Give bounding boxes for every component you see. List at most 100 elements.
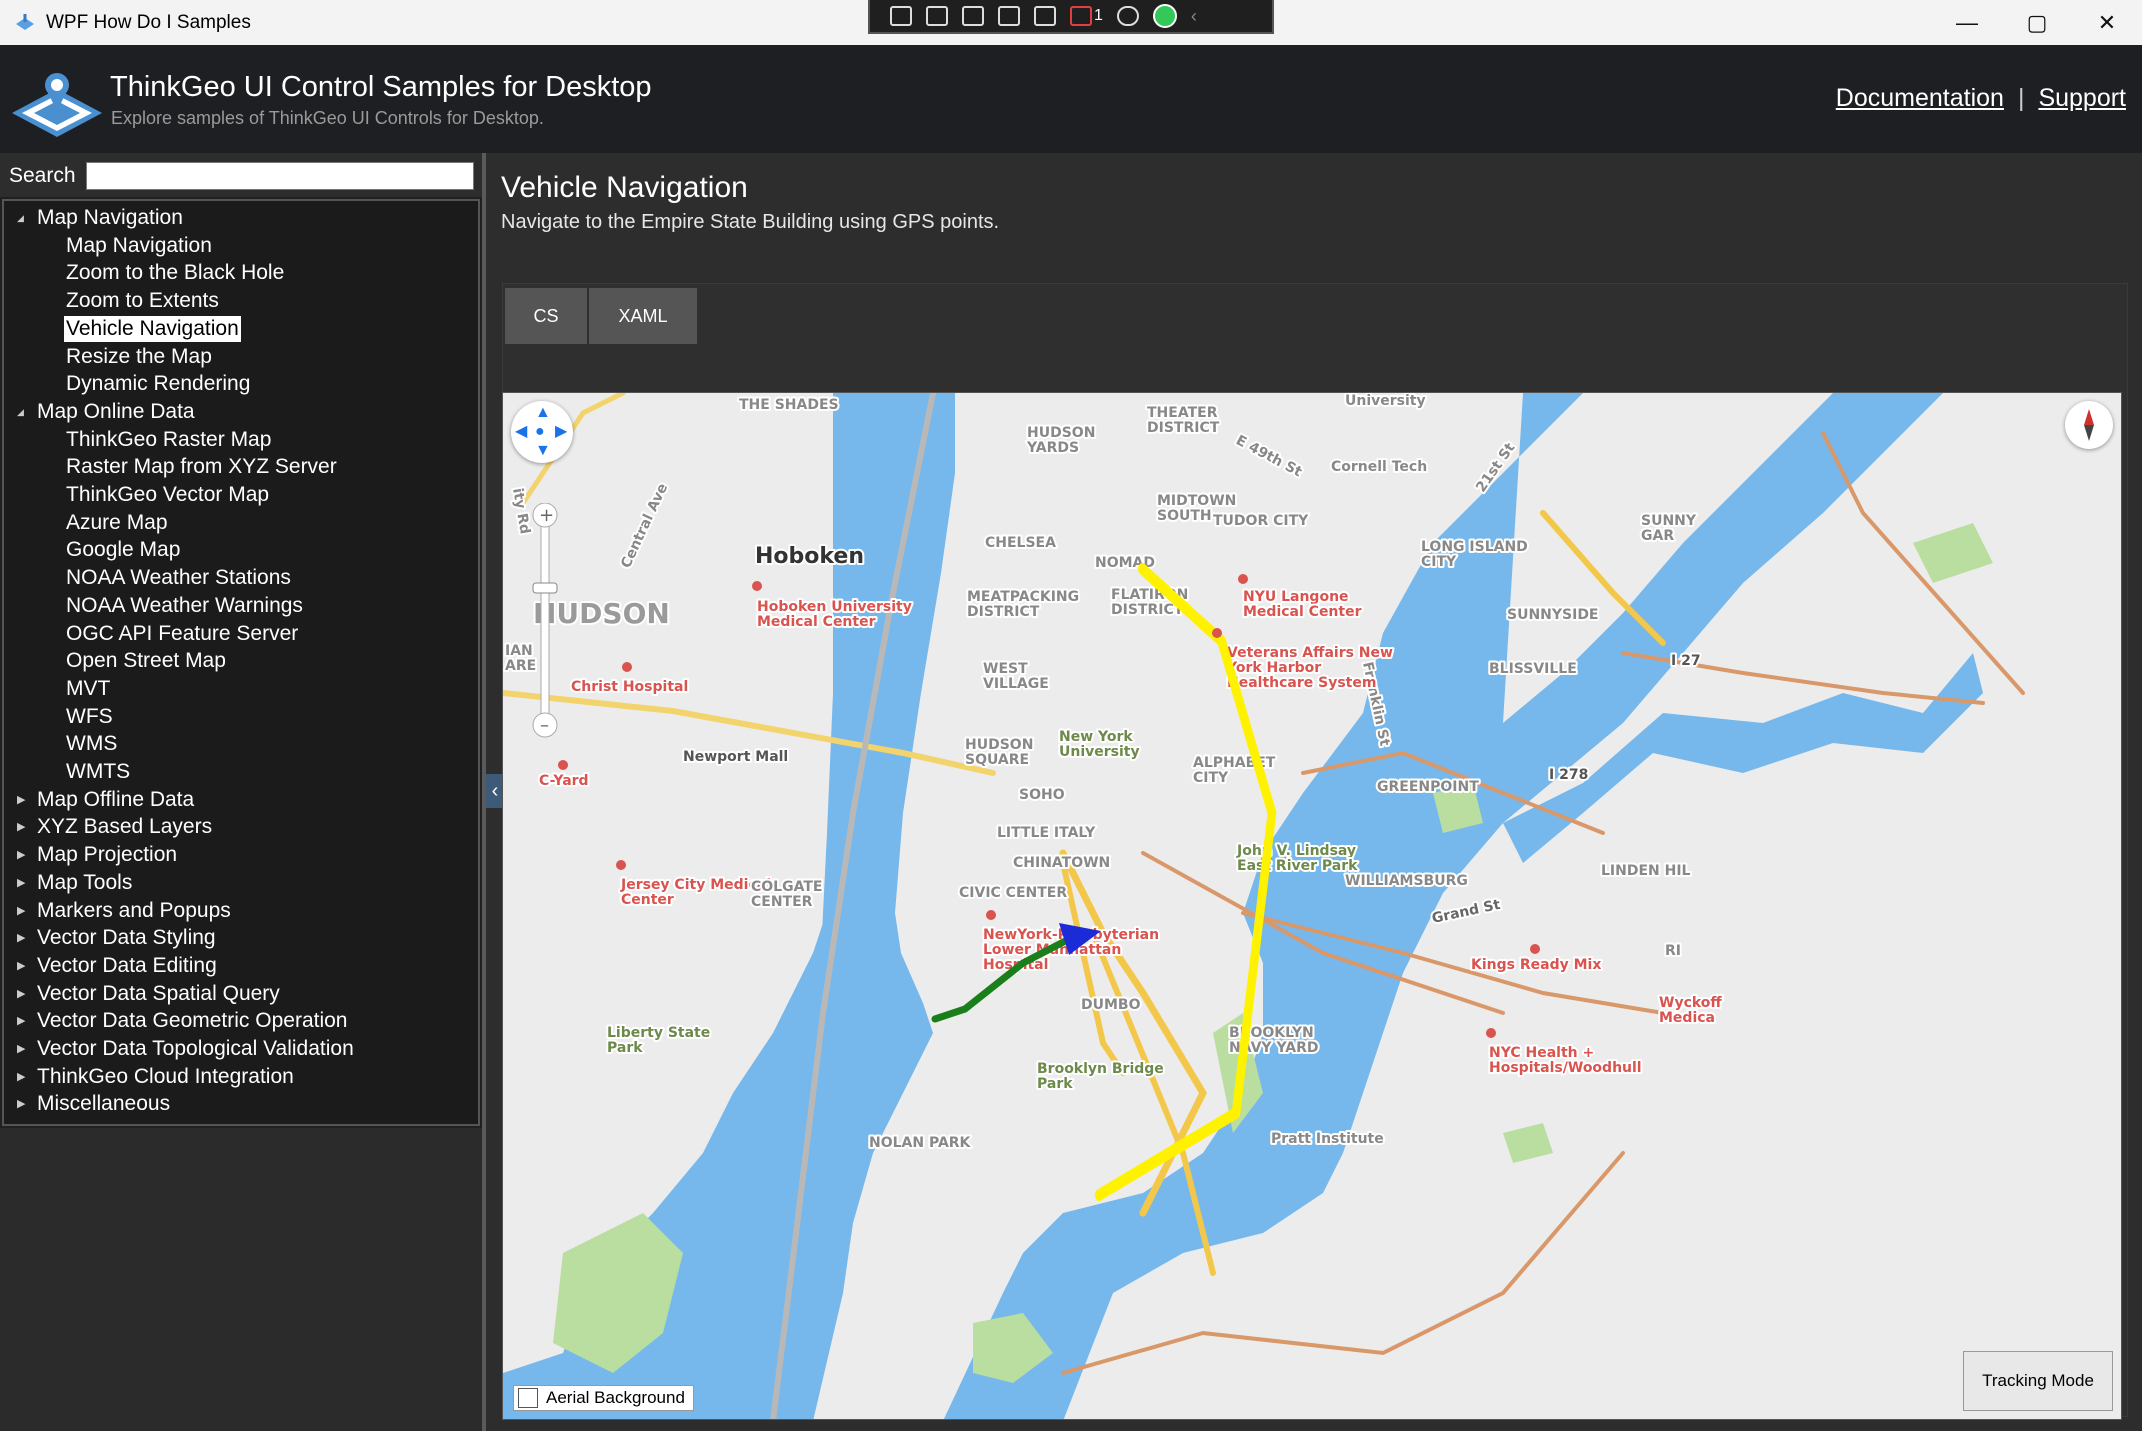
expand-arrow-icon[interactable]: ▶: [17, 1036, 25, 1062]
support-link[interactable]: Support: [2038, 84, 2126, 113]
hot-reload-ok-icon[interactable]: [1152, 4, 1177, 28]
page-title: Vehicle Navigation: [501, 171, 748, 204]
tree-item[interactable]: WMS: [66, 731, 117, 757]
tree-category[interactable]: ▶ Map Offline Data: [17, 787, 194, 813]
tree-category[interactable]: ▶ Markers and Popups: [17, 898, 231, 924]
tree-category[interactable]: ▶ Vector Data Styling: [17, 925, 216, 951]
map-view[interactable]: Hoboken HUDSON THE SHADES CHELSEA NOMAD …: [502, 392, 2122, 1420]
binding-failures-icon: [1070, 6, 1092, 26]
compass-icon[interactable]: [2065, 401, 2113, 449]
select-element-icon[interactable]: [962, 6, 984, 26]
tree-category[interactable]: ▶ Vector Data Spatial Query: [17, 981, 280, 1007]
tree-item[interactable]: NOAA Weather Warnings: [66, 593, 303, 619]
expand-arrow-icon[interactable]: ▶: [17, 1091, 25, 1117]
tree-label: NOAA Weather Warnings: [66, 593, 303, 617]
expand-arrow-icon[interactable]: ▶: [17, 898, 25, 924]
expand-arrow-icon[interactable]: ▶: [17, 953, 25, 979]
tree-item[interactable]: Vehicle Navigation: [64, 315, 241, 342]
pan-left-icon[interactable]: ◀: [515, 424, 527, 440]
tree-item[interactable]: WMTS: [66, 759, 130, 785]
documentation-link[interactable]: Documentation: [1836, 84, 2004, 113]
binding-failures-count: 1: [1094, 7, 1103, 24]
expand-arrow-icon[interactable]: ▶: [17, 842, 25, 868]
tree-label: Map Projection: [37, 843, 178, 867]
tree-category[interactable]: ▶ Map Tools: [17, 870, 132, 896]
binding-failures-indicator[interactable]: 1: [1070, 6, 1103, 26]
tree-category[interactable]: ▶ Vector Data Editing: [17, 953, 217, 979]
tree-category[interactable]: ▶ Miscellaneous: [17, 1091, 170, 1117]
tree-item[interactable]: ThinkGeo Raster Map: [66, 427, 271, 453]
tree-item[interactable]: Google Map: [66, 537, 180, 563]
collapse-arrow-icon[interactable]: ◢: [17, 399, 24, 425]
tree-item[interactable]: Open Street Map: [66, 648, 226, 674]
hospital-marker: [558, 760, 568, 770]
tree-category[interactable]: ▶ Vector Data Geometric Operation: [17, 1008, 348, 1034]
app-title: ThinkGeo UI Control Samples for Desktop: [110, 71, 652, 103]
tree-item[interactable]: Dynamic Rendering: [66, 371, 250, 397]
zoom-slider-thumb[interactable]: [532, 582, 558, 594]
expand-arrow-icon[interactable]: ▶: [17, 981, 25, 1007]
pan-center-icon[interactable]: ●: [535, 424, 545, 440]
collapse-toolbar-icon[interactable]: ‹: [1191, 6, 1197, 27]
tree-item[interactable]: Map Navigation: [66, 233, 212, 259]
map-canvas[interactable]: Hoboken HUDSON THE SHADES CHELSEA NOMAD …: [503, 393, 2122, 1420]
tree-item[interactable]: MVT: [66, 676, 110, 702]
aerial-background-label: Aerial Background: [546, 1388, 685, 1407]
pan-up-icon[interactable]: ▲: [535, 405, 551, 421]
pan-down-icon[interactable]: ▼: [535, 443, 551, 459]
track-focus-icon[interactable]: [1034, 6, 1056, 26]
tree-item[interactable]: Raster Map from XYZ Server: [66, 454, 337, 480]
map-label-christ-hospital: Christ Hospital: [571, 679, 688, 695]
expand-arrow-icon[interactable]: ▶: [17, 925, 25, 951]
live-visual-tree-icon[interactable]: [890, 6, 912, 26]
tree-item[interactable]: ThinkGeo Vector Map: [66, 482, 269, 508]
map-label-sunnyside: SUNNYSIDE: [1507, 607, 1599, 623]
maximize-button[interactable]: ▢: [2002, 0, 2072, 45]
expand-arrow-icon[interactable]: ▶: [17, 870, 25, 896]
tree-category[interactable]: ▶ XYZ Based Layers: [17, 814, 212, 840]
close-button[interactable]: ✕: [2072, 0, 2142, 45]
tree-item[interactable]: WFS: [66, 704, 113, 730]
map-label-the-shades: THE SHADES: [739, 397, 839, 413]
zoom-bar[interactable]: + –: [532, 503, 558, 739]
expand-arrow-icon[interactable]: ▶: [17, 814, 25, 840]
tree-label: Vehicle Navigation: [66, 316, 239, 340]
accessibility-icon[interactable]: [1116, 6, 1139, 26]
pan-right-icon[interactable]: ▶: [555, 424, 567, 440]
sample-tree[interactable]: ◢ Map Navigation Map Navigation Zoom to the…: [2, 199, 480, 1126]
map-label-c-yard: C-Yard: [539, 773, 589, 789]
collapse-arrow-icon[interactable]: ◢: [17, 205, 24, 231]
expand-arrow-icon[interactable]: ▶: [17, 787, 25, 813]
display-layout-adorners-icon[interactable]: [998, 6, 1020, 26]
tree-item[interactable]: Resize the Map: [66, 344, 212, 370]
expand-arrow-icon[interactable]: ▶: [17, 1008, 25, 1034]
record-icon[interactable]: [926, 6, 948, 26]
tree-item[interactable]: NOAA Weather Stations: [66, 565, 291, 591]
tree-category[interactable]: ▶ ThinkGeo Cloud Integration: [17, 1064, 294, 1090]
tab-xaml[interactable]: XAML: [589, 288, 697, 344]
pan-control[interactable]: ▲ ▼ ◀ ▶ ●: [511, 401, 573, 463]
tree-category[interactable]: ▶ Vector Data Topological Validation: [17, 1036, 354, 1062]
tab-cs[interactable]: CS: [505, 288, 587, 344]
tree-category[interactable]: ◢ Map Navigation: [17, 205, 183, 231]
tracking-mode-button[interactable]: Tracking Mode: [1963, 1351, 2113, 1411]
minimize-button[interactable]: —: [1932, 0, 2002, 45]
tree-category[interactable]: ▶ Map Projection: [17, 842, 178, 868]
tree-item[interactable]: Zoom to the Black Hole: [66, 260, 284, 286]
hospital-marker: [986, 910, 996, 920]
search-input[interactable]: [86, 162, 474, 190]
tree-item[interactable]: Azure Map: [66, 510, 168, 536]
tree-item[interactable]: OGC API Feature Server: [66, 621, 298, 647]
expand-arrow-icon[interactable]: ▶: [17, 1064, 25, 1090]
tree-category[interactable]: ◢ Map Online Data: [17, 399, 195, 425]
map-label-nyu: New York University: [1059, 729, 1140, 760]
map-label-university: University: [1345, 393, 1426, 409]
tree-label: Vector Data Geometric Operation: [37, 1009, 348, 1033]
tree-item[interactable]: Zoom to Extents: [66, 288, 219, 314]
xaml-debug-toolbar: 1 ‹: [868, 0, 1274, 34]
hospital-marker: [1238, 574, 1248, 584]
aerial-background-checkbox[interactable]: Aerial Background: [513, 1385, 694, 1411]
aerial-checkbox-box[interactable]: [518, 1388, 538, 1408]
svg-text:+: +: [539, 505, 554, 526]
map-label-theater-district: THEATER DISTRICT: [1147, 405, 1220, 436]
